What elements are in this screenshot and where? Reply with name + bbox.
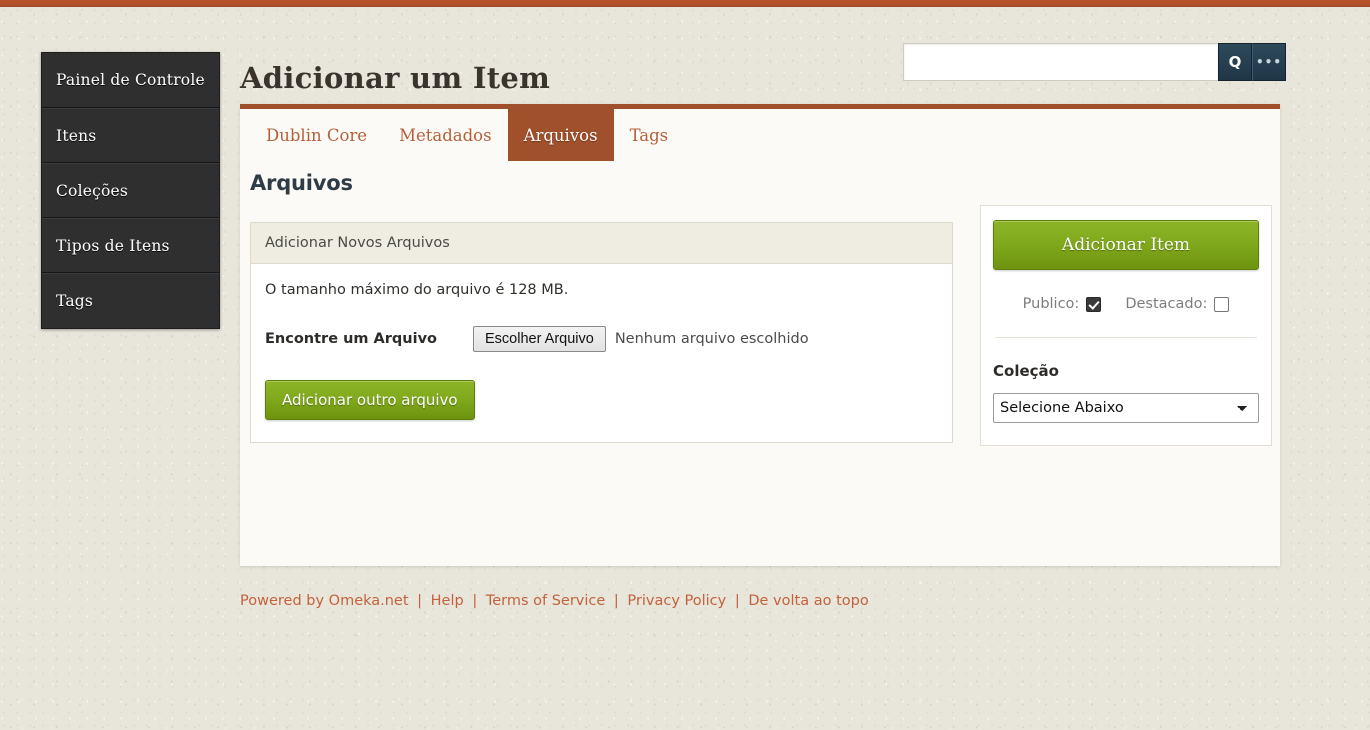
- search-input[interactable]: [903, 43, 1218, 81]
- file-input-row: Encontre um Arquivo Escolher Arquivo Nen…: [265, 326, 938, 352]
- no-file-selected-text: Nenhum arquivo escolhido: [614, 331, 809, 347]
- footer-link-help[interactable]: Help: [431, 593, 464, 609]
- max-file-size-note: O tamanho máximo do arquivo é 128 MB.: [265, 282, 569, 298]
- sidebar-item-tags[interactable]: Tags: [42, 273, 219, 328]
- footer-link-powered-by[interactable]: Powered by Omeka.net: [240, 593, 409, 609]
- footer: Powered by Omeka.net | Help | Terms of S…: [240, 593, 869, 609]
- files-main-column: Arquivos Adicionar Novos Arquivos O tama…: [250, 161, 970, 443]
- add-another-file-button[interactable]: Adicionar outro arquivo: [265, 380, 475, 420]
- search-icon[interactable]: Q: [1218, 43, 1252, 81]
- panel-divider: [995, 337, 1257, 338]
- content-panel: Dublin Core Metadados Arquivos Tags Arqu…: [240, 104, 1280, 566]
- file-input[interactable]: Escolher Arquivo Nenhum arquivo escolhid…: [473, 326, 809, 352]
- tab-bar: Dublin Core Metadados Arquivos Tags: [240, 109, 1280, 161]
- footer-separator: |: [613, 593, 619, 609]
- sidebar-item-label: Coleções: [56, 182, 129, 200]
- footer-separator: |: [472, 593, 478, 609]
- fieldset-body: O tamanho máximo do arquivo é 128 MB. En…: [251, 264, 952, 442]
- sidebar-item-label: Painel de Controle: [56, 71, 205, 89]
- sidebar-item-label: Tipos de Itens: [56, 237, 170, 255]
- fieldset-legend: Adicionar Novos Arquivos: [251, 223, 952, 264]
- sidebar-item-label: Itens: [56, 127, 97, 145]
- ellipsis-icon[interactable]: •••: [1252, 43, 1286, 81]
- public-checkbox-group: Publico:: [1023, 296, 1102, 312]
- page-title: Adicionar um Item: [240, 61, 551, 96]
- tab-metadados[interactable]: Metadados: [383, 109, 508, 161]
- tab-arquivos[interactable]: Arquivos: [507, 109, 614, 161]
- footer-link-terms-of-service[interactable]: Terms of Service: [486, 593, 605, 609]
- tab-label: Metadados: [399, 125, 492, 145]
- collection-select[interactable]: Selecione Abaixo: [993, 393, 1259, 423]
- featured-checkbox-group: Destacado:: [1125, 296, 1230, 312]
- sidebar-nav: Painel de Controle Itens Coleções Tipos …: [41, 52, 220, 329]
- visibility-options: Publico: Destacado:: [993, 296, 1259, 312]
- footer-link-back-to-top[interactable]: De volta ao topo: [748, 593, 868, 609]
- file-input-label: Encontre um Arquivo: [265, 331, 438, 347]
- footer-separator: |: [734, 593, 740, 609]
- sidebar-item-colecoes[interactable]: Coleções: [42, 163, 219, 218]
- collection-label: Coleção: [993, 362, 1059, 380]
- tab-dublin-core[interactable]: Dublin Core: [250, 109, 383, 161]
- tab-tags[interactable]: Tags: [614, 109, 685, 161]
- sidebar-item-label: Tags: [56, 292, 94, 310]
- tab-label: Tags: [629, 125, 669, 145]
- add-item-button[interactable]: Adicionar Item: [993, 220, 1259, 270]
- search-bar: Q •••: [903, 43, 1286, 81]
- footer-separator: |: [417, 593, 423, 609]
- footer-link-privacy-policy[interactable]: Privacy Policy: [627, 593, 726, 609]
- section-title: Arquivos: [250, 171, 353, 195]
- choose-file-button[interactable]: Escolher Arquivo: [473, 326, 606, 352]
- public-checkbox[interactable]: [1086, 296, 1102, 312]
- public-checkbox-label: Publico:: [1022, 296, 1080, 312]
- item-actions-panel: Adicionar Item Publico: Destacado: Coleç…: [980, 205, 1272, 446]
- ellipsis-icon-glyph: •••: [1255, 55, 1282, 69]
- add-files-fieldset: Adicionar Novos Arquivos O tamanho máxim…: [250, 222, 953, 443]
- sidebar-item-itens[interactable]: Itens: [42, 108, 219, 163]
- top-accent-strip: [0, 0, 1370, 7]
- featured-checkbox[interactable]: [1214, 296, 1230, 312]
- sidebar-item-tipos-de-itens[interactable]: Tipos de Itens: [42, 218, 219, 273]
- search-icon-glyph: Q: [1228, 53, 1242, 71]
- tab-label: Arquivos: [523, 125, 598, 145]
- featured-checkbox-label: Destacado:: [1125, 296, 1208, 312]
- tab-label: Dublin Core: [266, 125, 368, 145]
- sidebar-item-painel-de-controle[interactable]: Painel de Controle: [42, 53, 219, 108]
